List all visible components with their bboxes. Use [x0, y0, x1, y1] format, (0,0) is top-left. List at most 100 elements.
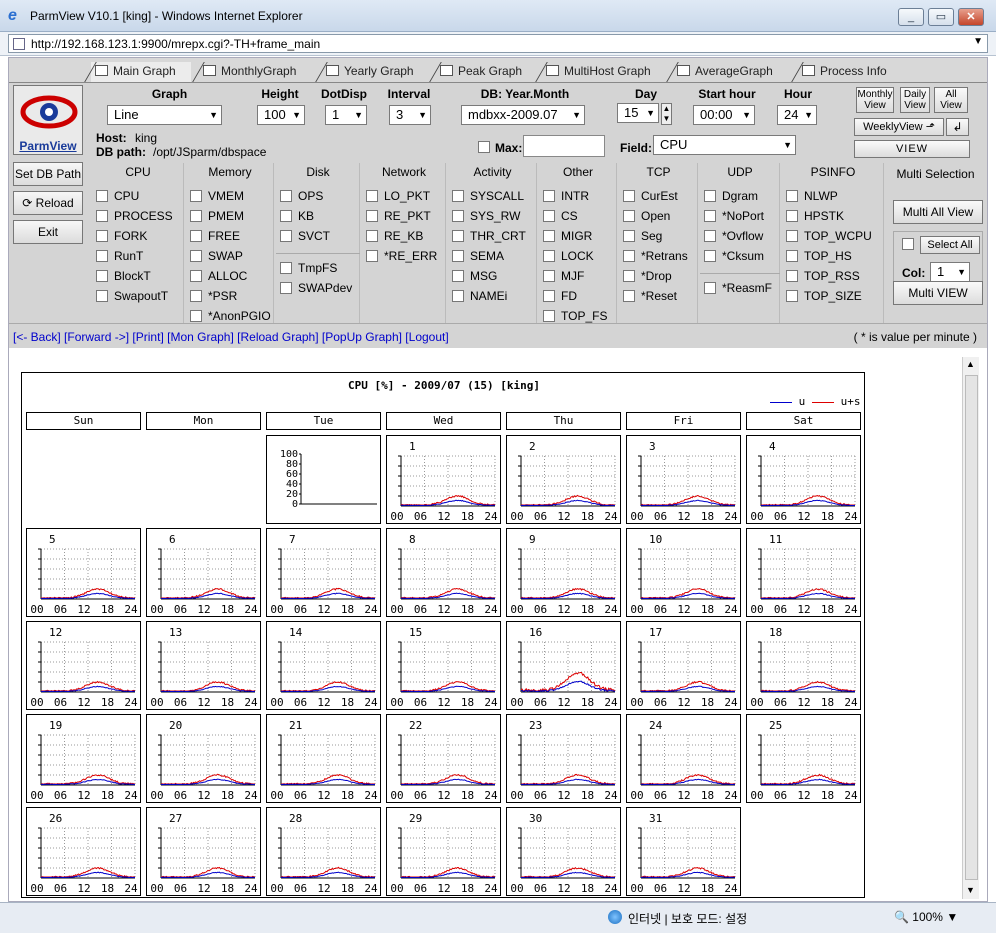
category-item[interactable]: NLWP — [786, 189, 838, 203]
item-checkbox[interactable] — [623, 210, 635, 222]
all-view-button[interactable]: All View — [934, 87, 968, 113]
item-checkbox[interactable] — [704, 282, 716, 294]
day-cell[interactable]: 22 00 06 12 18 24 — [386, 714, 501, 803]
day-cell[interactable]: 12 00 06 12 18 24 — [26, 621, 141, 710]
url-field[interactable]: http://192.168.123.1:9900/mrepx.cgi?-TH+… — [8, 34, 988, 53]
item-checkbox[interactable] — [190, 210, 202, 222]
category-item[interactable]: TOP_HS — [786, 249, 852, 263]
item-checkbox[interactable] — [190, 310, 202, 322]
item-checkbox[interactable] — [280, 262, 292, 274]
select-all-checkbox[interactable] — [902, 238, 914, 250]
item-checkbox[interactable] — [543, 290, 555, 302]
multi-all-view-button[interactable]: Multi All View — [893, 200, 983, 224]
item-checkbox[interactable] — [190, 250, 202, 262]
item-checkbox[interactable] — [623, 190, 635, 202]
item-checkbox[interactable] — [96, 270, 108, 282]
item-checkbox[interactable] — [623, 250, 635, 262]
tab-4[interactable]: MultiHost Graph — [526, 62, 664, 82]
category-item[interactable]: TOP_WCPU — [786, 229, 872, 243]
weekly-view-button[interactable]: WeeklyView ⬏ — [854, 118, 944, 136]
item-checkbox[interactable] — [366, 250, 378, 262]
minimize-button[interactable]: _ — [898, 8, 924, 26]
item-checkbox[interactable] — [704, 190, 716, 202]
item-checkbox[interactable] — [786, 210, 798, 222]
set-db-path-button[interactable]: Set DB Path — [13, 162, 83, 186]
item-checkbox[interactable] — [280, 190, 292, 202]
day-cell[interactable]: 15 00 06 12 18 24 — [386, 621, 501, 710]
vertical-scrollbar[interactable]: ▲ ▼ — [962, 357, 979, 899]
graph-select[interactable]: Line ▼ — [107, 105, 222, 125]
category-item[interactable]: CPU — [96, 189, 139, 203]
item-checkbox[interactable] — [452, 290, 464, 302]
day-cell[interactable]: 26 00 06 12 18 24 — [26, 807, 141, 896]
hour-select[interactable]: 24 ▼ — [777, 105, 817, 125]
item-checkbox[interactable] — [280, 230, 292, 242]
category-item[interactable]: *Cksum — [704, 249, 764, 263]
field-select[interactable]: CPU ▼ — [653, 135, 796, 155]
day-cell[interactable]: 30 00 06 12 18 24 — [506, 807, 621, 896]
category-item[interactable]: *Reset — [623, 289, 677, 303]
category-item[interactable]: Open — [623, 209, 670, 223]
item-checkbox[interactable] — [452, 270, 464, 282]
back-link[interactable]: <- Back — [16, 330, 57, 344]
category-item[interactable]: FORK — [96, 229, 147, 243]
day-cell[interactable]: 16 00 06 12 18 24 — [506, 621, 621, 710]
item-checkbox[interactable] — [452, 190, 464, 202]
day-cell[interactable]: 7 00 06 12 18 24 — [266, 528, 381, 617]
category-item[interactable]: *PSR — [190, 289, 237, 303]
exit-button[interactable]: Exit — [13, 220, 83, 244]
category-item[interactable]: Dgram — [704, 189, 758, 203]
item-checkbox[interactable] — [543, 310, 555, 322]
category-item[interactable]: RunT — [96, 249, 143, 263]
category-item[interactable]: HPSTK — [786, 209, 844, 223]
category-item[interactable]: RE_KB — [366, 229, 423, 243]
day-cell[interactable]: 9 00 06 12 18 24 — [506, 528, 621, 617]
mon-graph-link[interactable]: Mon Graph — [170, 330, 230, 344]
item-checkbox[interactable] — [543, 250, 555, 262]
category-item[interactable]: PROCESS — [96, 209, 173, 223]
category-item[interactable]: *ReasmF — [704, 281, 772, 295]
multi-view-button[interactable]: Multi VIEW — [893, 281, 983, 305]
item-checkbox[interactable] — [786, 190, 798, 202]
tab-2[interactable]: Yearly Graph — [306, 62, 427, 82]
item-checkbox[interactable] — [543, 190, 555, 202]
dotdisp-select[interactable]: 1 ▼ — [325, 105, 367, 125]
item-checkbox[interactable] — [786, 250, 798, 262]
day-cell[interactable]: 27 00 06 12 18 24 — [146, 807, 261, 896]
category-item[interactable]: THR_CRT — [452, 229, 526, 243]
item-checkbox[interactable] — [96, 230, 108, 242]
category-item[interactable]: SVCT — [280, 229, 330, 243]
category-item[interactable]: TOP_SIZE — [786, 289, 862, 303]
category-item[interactable]: SEMA — [452, 249, 504, 263]
zoom-level[interactable]: 🔍 100% ▼ — [894, 910, 958, 924]
category-item[interactable]: *Retrans — [623, 249, 688, 263]
category-item[interactable]: TOP_RSS — [786, 269, 860, 283]
item-checkbox[interactable] — [452, 230, 464, 242]
category-item[interactable]: *AnonPGIO — [190, 309, 271, 323]
day-cell[interactable]: 21 00 06 12 18 24 — [266, 714, 381, 803]
day-cell[interactable]: 10 00 06 12 18 24 — [626, 528, 741, 617]
category-item[interactable]: NAMEi — [452, 289, 507, 303]
day-cell[interactable]: 14 00 06 12 18 24 — [266, 621, 381, 710]
scroll-up-icon[interactable]: ▲ — [966, 359, 975, 369]
category-item[interactable]: VMEM — [190, 189, 244, 203]
category-item[interactable]: SWAPdev — [280, 281, 352, 295]
item-checkbox[interactable] — [452, 250, 464, 262]
day-cell[interactable]: 28 00 06 12 18 24 — [266, 807, 381, 896]
item-checkbox[interactable] — [786, 270, 798, 282]
category-item[interactable]: CurEst — [623, 189, 678, 203]
select-all-button[interactable]: Select All — [920, 236, 980, 254]
day-cell[interactable]: 13 00 06 12 18 24 — [146, 621, 261, 710]
category-item[interactable]: Seg — [623, 229, 662, 243]
item-checkbox[interactable] — [786, 230, 798, 242]
item-checkbox[interactable] — [190, 270, 202, 282]
item-checkbox[interactable] — [96, 290, 108, 302]
category-item[interactable]: LOCK — [543, 249, 594, 263]
item-checkbox[interactable] — [704, 230, 716, 242]
category-item[interactable]: TmpFS — [280, 261, 337, 275]
category-item[interactable]: FD — [543, 289, 577, 303]
item-checkbox[interactable] — [366, 190, 378, 202]
category-item[interactable]: SwapoutT — [96, 289, 168, 303]
day-cell[interactable]: 1 00 06 12 18 24 — [386, 435, 501, 524]
day-cell[interactable]: 17 00 06 12 18 24 — [626, 621, 741, 710]
